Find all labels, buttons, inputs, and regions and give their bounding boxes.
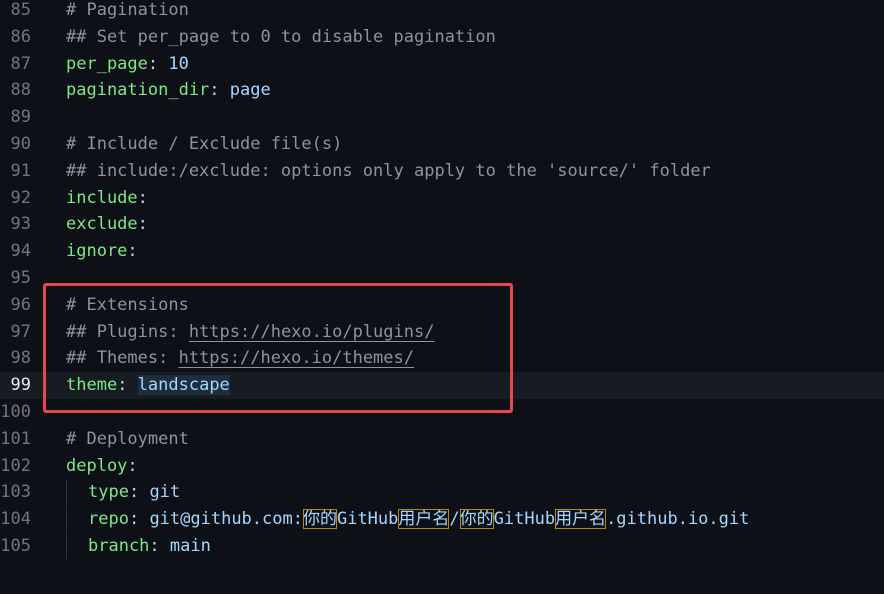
line-number: 91 bbox=[10, 160, 31, 181]
code-token: : bbox=[127, 455, 138, 476]
code-line[interactable]: 88 pagination_dir: page bbox=[0, 77, 884, 104]
code-text[interactable]: exclude: bbox=[66, 211, 148, 238]
indent-guide bbox=[66, 506, 88, 533]
code-text[interactable]: per_page: 10 bbox=[66, 51, 189, 78]
code-token: type bbox=[88, 482, 129, 503]
line-number: 104 bbox=[0, 509, 31, 530]
code-line[interactable]: 93 exclude: bbox=[0, 211, 884, 238]
code-line[interactable]: 85 # Pagination bbox=[0, 0, 884, 24]
line-number: 93 bbox=[10, 214, 31, 235]
line-number: 94 bbox=[10, 241, 31, 262]
code-token: : bbox=[147, 53, 169, 74]
code-text[interactable]: type: git bbox=[66, 479, 180, 506]
line-number: 86 bbox=[10, 26, 31, 47]
code-token: deploy bbox=[66, 455, 128, 476]
code-text[interactable]: deploy: bbox=[66, 453, 138, 480]
code-token: # Pagination bbox=[66, 0, 189, 20]
line-number: 85 bbox=[10, 0, 31, 20]
code-token: GitHub bbox=[493, 509, 556, 530]
indent-guide bbox=[66, 533, 88, 559]
code-token: / bbox=[449, 509, 460, 530]
code-token: : bbox=[209, 80, 230, 101]
line-number: 101 bbox=[0, 428, 31, 449]
line-number: 88 bbox=[10, 80, 31, 101]
code-token: exclude bbox=[66, 214, 138, 235]
code-token: : bbox=[137, 214, 148, 235]
code-text[interactable]: # Deployment bbox=[66, 426, 189, 453]
code-token: # Include / Exclude file(s) bbox=[66, 134, 343, 154]
code-token: 10 bbox=[168, 53, 189, 74]
code-line[interactable]: 90 # Include / Exclude file(s) bbox=[0, 131, 884, 158]
code-text[interactable]: # Include / Exclude file(s) bbox=[66, 131, 342, 158]
code-token: ignore bbox=[66, 241, 128, 262]
line-number: 102 bbox=[0, 455, 31, 476]
code-token: pagination_dir bbox=[66, 80, 210, 101]
code-text[interactable]: ## Set per_page to 0 to disable paginati… bbox=[66, 24, 496, 51]
code-token: page bbox=[229, 80, 271, 101]
line-number: 97 bbox=[10, 321, 31, 342]
code-token: : bbox=[137, 187, 148, 208]
code-line[interactable]: 86 ## Set per_page to 0 to disable pagina… bbox=[0, 24, 884, 51]
code-line[interactable]: 105 branch: main bbox=[0, 533, 884, 560]
line-number: 99 bbox=[10, 375, 31, 396]
code-text[interactable]: repo: git@github.com:你的GitHub用户名/你的GitHu… bbox=[66, 506, 749, 533]
code-token: # Deployment bbox=[66, 428, 189, 449]
code-line[interactable]: 101 # Deployment bbox=[0, 426, 884, 453]
code-text[interactable]: ignore: bbox=[66, 238, 138, 265]
code-token: ## Set per_page to 0 to disable paginati… bbox=[66, 26, 496, 47]
code-text[interactable]: pagination_dir: page bbox=[66, 77, 271, 104]
code-token: include bbox=[66, 187, 138, 208]
code-token: : bbox=[127, 241, 138, 262]
line-number: 105 bbox=[0, 536, 31, 556]
code-token: .github.io.git bbox=[606, 509, 750, 530]
code-token: per_page bbox=[66, 53, 148, 74]
line-number: 87 bbox=[10, 53, 31, 74]
code-line[interactable]: 94 ignore: bbox=[0, 238, 884, 265]
code-line[interactable]: 87 per_page: 10 bbox=[0, 51, 884, 78]
line-number: 89 bbox=[10, 107, 31, 128]
code-token: : bbox=[128, 482, 150, 503]
code-token: GitHub bbox=[336, 509, 399, 530]
code-token: repo bbox=[88, 509, 129, 530]
code-text[interactable]: branch: main bbox=[66, 533, 211, 560]
code-line[interactable]: 104 repo: git@github.com:你的GitHub用户名/你的Gi… bbox=[0, 506, 884, 533]
code-line[interactable]: 89 bbox=[0, 104, 884, 131]
code-token: git@github.com: bbox=[149, 509, 303, 530]
line-number: 95 bbox=[10, 268, 31, 288]
code-text[interactable]: include: bbox=[66, 185, 148, 212]
code-line[interactable]: 91 ## include:/exclude: options only appl… bbox=[0, 158, 884, 185]
line-number: 100 bbox=[0, 402, 31, 422]
code-token: : bbox=[149, 536, 170, 556]
line-number: 103 bbox=[0, 482, 31, 503]
highlight-box-extensions bbox=[43, 283, 513, 413]
code-token: branch bbox=[88, 536, 150, 556]
code-token: main bbox=[169, 536, 211, 556]
code-token: git bbox=[149, 482, 181, 503]
line-number: 98 bbox=[10, 348, 31, 369]
line-number: 92 bbox=[10, 187, 31, 208]
code-line[interactable]: 102 deploy: bbox=[0, 453, 884, 480]
code-token: 你的 bbox=[459, 509, 494, 530]
code-token: 用户名 bbox=[555, 509, 607, 530]
code-token: ## include:/exclude: options only apply … bbox=[66, 160, 711, 181]
code-text[interactable]: ## include:/exclude: options only apply … bbox=[66, 158, 711, 185]
line-number: 90 bbox=[10, 134, 31, 154]
code-text[interactable]: # Pagination bbox=[66, 0, 189, 24]
code-token: 用户名 bbox=[398, 509, 450, 530]
code-token: 你的 bbox=[302, 509, 337, 530]
code-token: : bbox=[128, 509, 150, 530]
indent-guide bbox=[66, 479, 88, 506]
code-line[interactable]: 103 type: git bbox=[0, 479, 884, 506]
code-line[interactable]: 92 include: bbox=[0, 185, 884, 212]
line-number: 96 bbox=[10, 294, 31, 315]
